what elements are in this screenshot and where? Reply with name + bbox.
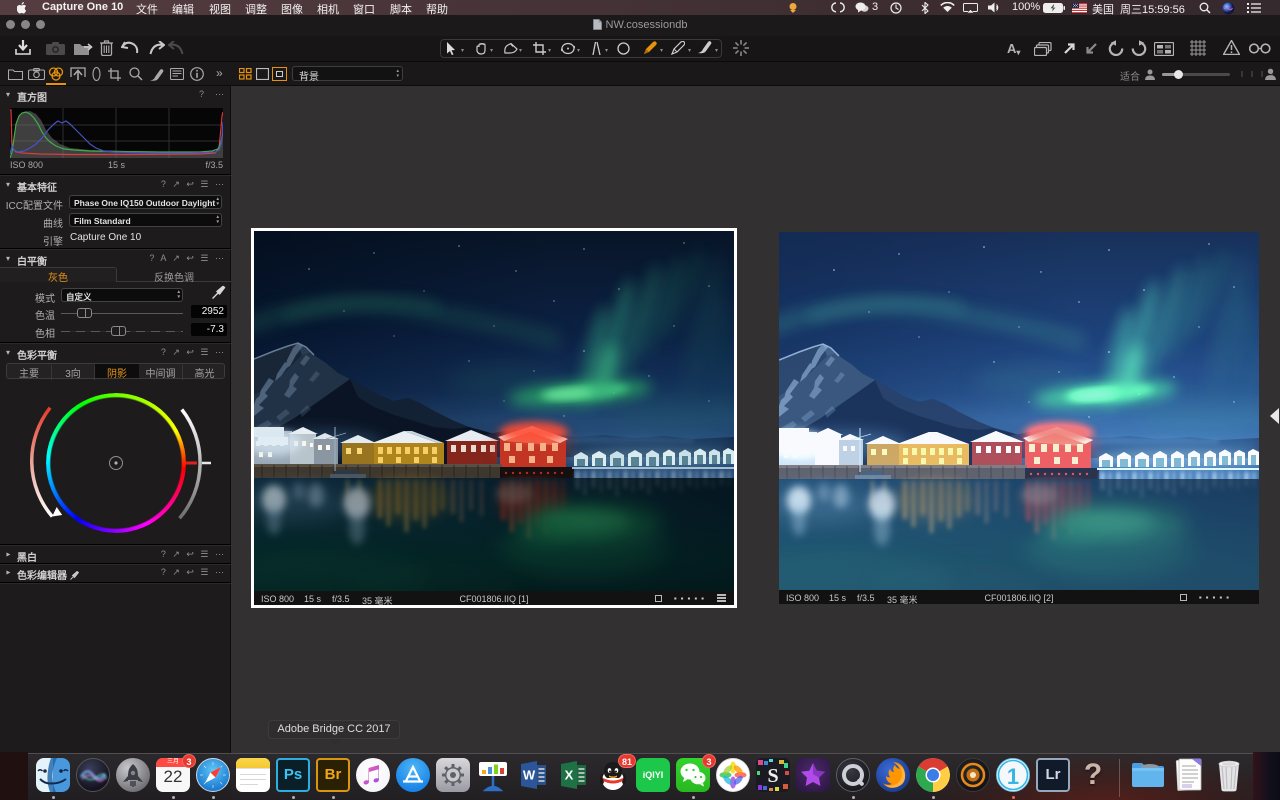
svg-text:W: W — [523, 768, 536, 783]
svg-text:S: S — [767, 765, 778, 787]
svg-text:1: 1 — [1007, 764, 1019, 789]
svg-text:X: X — [565, 768, 574, 783]
